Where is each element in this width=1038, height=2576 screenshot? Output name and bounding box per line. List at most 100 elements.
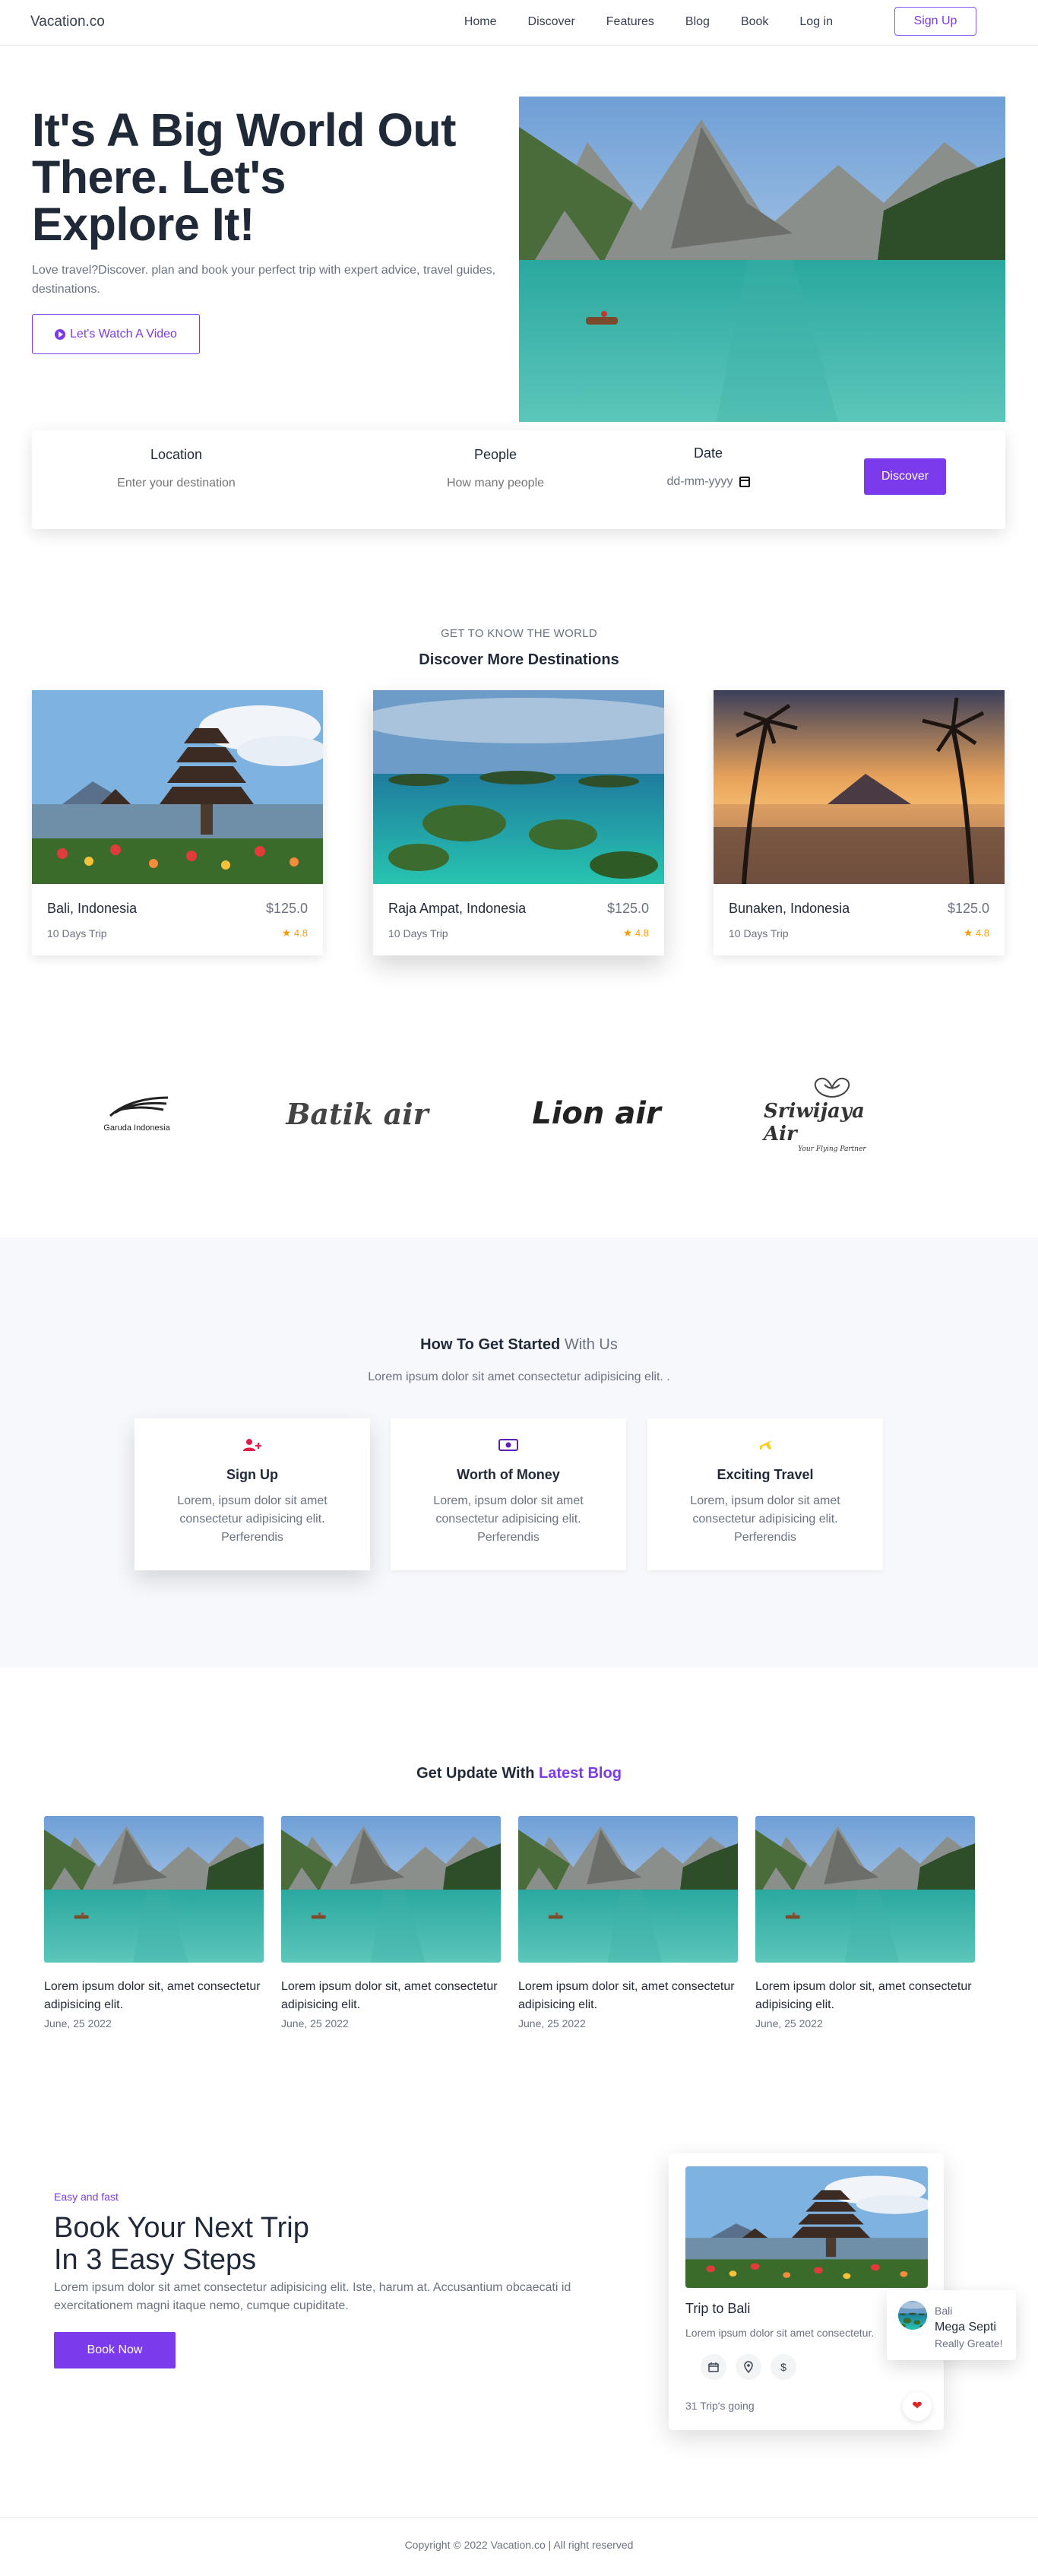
- blog-excerpt: Lorem ipsum dolor sit, amet consectetur …: [755, 1980, 972, 2011]
- airline-logo-lion: Lion air: [509, 1072, 684, 1155]
- blog-date: June, 25 2022: [281, 2017, 349, 2029]
- sriwijaya-label: Sriwijaya Air: [764, 1100, 865, 1145]
- nav-link-discover[interactable]: Discover: [528, 15, 575, 29]
- destination-duration: 10 Days Trip: [388, 927, 448, 939]
- review-place: Bali: [935, 2305, 953, 2317]
- star-icon: ★: [963, 927, 973, 939]
- destination-card[interactable]: Bunaken, Indonesia $125.0 10 Days Trip ★…: [714, 690, 1005, 955]
- garuda-bird-icon: [109, 1096, 169, 1117]
- blog-excerpt: Lorem ipsum dolor sit, amet consectetur …: [281, 1980, 498, 2011]
- watch-video-label: Let's Watch A Video: [70, 327, 177, 341]
- how-to-title: How To Get Started With Us: [0, 1336, 1038, 1354]
- date-input[interactable]: dd-mm-yyyy: [647, 475, 769, 489]
- blog-title: Get Update With Latest Blog: [0, 1765, 1038, 1782]
- nav-link-blog[interactable]: Blog: [685, 15, 710, 29]
- user-plus-icon: [243, 1439, 261, 1451]
- trip-name: Trip to Bali: [685, 2301, 751, 2316]
- trip-going-count: 31 Trip's going: [685, 2400, 755, 2412]
- blog-image: [44, 1816, 264, 1963]
- rating-value: 4.8: [293, 927, 308, 939]
- blog-card[interactable]: Lorem ipsum dolor sit, amet consectetur …: [755, 1816, 975, 2029]
- blog-title-accent: Latest Blog: [539, 1765, 622, 1782]
- people-label: People: [473, 447, 517, 462]
- feature-description: Lorem, ipsum dolor sit amet consectetur …: [690, 1494, 840, 1544]
- airline-logo-batik: Batik air: [274, 1072, 441, 1155]
- destination-image-bunaken: [714, 690, 1005, 884]
- people-input[interactable]: [404, 477, 587, 490]
- location-label: Location: [150, 447, 203, 462]
- signup-button[interactable]: Sign Up: [894, 7, 976, 36]
- nav-link-features[interactable]: Features: [606, 15, 654, 29]
- blog-date: June, 25 2022: [755, 2017, 823, 2029]
- feature-card-exciting-travel: Exciting Travel Lorem, ipsum dolor sit a…: [647, 1418, 883, 1570]
- destination-price: $125.0: [265, 901, 308, 916]
- blog-date: June, 25 2022: [518, 2017, 586, 2029]
- brand-logo[interactable]: Vacation.co: [30, 14, 105, 30]
- destination-duration: 10 Days Trip: [729, 927, 789, 939]
- nav-link-home[interactable]: Home: [464, 15, 497, 29]
- destination-image-bali: [32, 690, 323, 884]
- nav-links: Home Discover Features Blog Book Log in: [464, 15, 833, 29]
- batik-label: Batik air: [286, 1096, 429, 1131]
- blog-card[interactable]: Lorem ipsum dolor sit, amet consectetur …: [44, 1816, 264, 2029]
- blog-date: June, 25 2022: [44, 2017, 112, 2029]
- date-field: Date dd-mm-yyyy: [647, 445, 769, 489]
- airline-logo-garuda: Garuda Indonesia: [76, 1072, 198, 1155]
- feature-title: Sign Up: [226, 1467, 278, 1482]
- how-to-title-main: How To Get Started: [420, 1336, 561, 1353]
- destination-name: Bunaken, Indonesia: [729, 901, 850, 916]
- blog-image: [281, 1816, 501, 1963]
- footer-divider: [0, 2517, 1038, 2518]
- rating-value: 4.8: [975, 927, 989, 939]
- location-input[interactable]: [85, 477, 267, 490]
- blog-card[interactable]: Lorem ipsum dolor sit, amet consectetur …: [281, 1816, 501, 2029]
- book-description: Lorem ipsum dolor sit amet consectetur a…: [54, 2281, 571, 2312]
- destination-image-raja-ampat: [373, 690, 664, 884]
- destination-rating: ★ 4.8: [282, 927, 308, 939]
- review-float-card: Bali Mega Septi Really Greate!: [887, 2290, 1016, 2360]
- destination-name: Bali, Indonesia: [47, 901, 138, 916]
- blog-title-main: Get Update With: [416, 1765, 535, 1782]
- hero-description: Love travel?Discover. plan and book your…: [32, 264, 496, 296]
- feature-description: Lorem, ipsum dolor sit amet consectetur …: [177, 1494, 328, 1544]
- rating-value: 4.8: [635, 927, 649, 939]
- search-panel: Location People Date dd-mm-yyyy Discover: [32, 430, 1005, 529]
- nav-link-book[interactable]: Book: [741, 15, 768, 29]
- star-icon: ★: [622, 927, 633, 939]
- blog-image: [518, 1816, 738, 1963]
- destination-card[interactable]: Bali, Indonesia $125.0 10 Days Trip ★ 4.…: [32, 690, 323, 955]
- blog-card[interactable]: Lorem ipsum dolor sit, amet consectetur …: [518, 1816, 738, 2029]
- discover-button[interactable]: Discover: [864, 458, 946, 495]
- feature-title: Exciting Travel: [717, 1467, 814, 1482]
- book-eyebrow: Easy and fast: [54, 2191, 119, 2203]
- airline-logo-sriwijaya: Sriwijaya Air Your Flying Partner: [764, 1072, 900, 1155]
- page: Vacation.co Home Discover Features Blog …: [0, 0, 1038, 2576]
- watch-video-button[interactable]: Let's Watch A Video: [32, 314, 200, 354]
- location-field: Location: [85, 447, 267, 490]
- calendar-icon[interactable]: [739, 477, 750, 487]
- money-icon: [498, 1439, 518, 1451]
- sriwijaya-emblem-icon: [814, 1077, 850, 1098]
- review-name: Mega Septi: [935, 2321, 996, 2334]
- calendar-icon[interactable]: [701, 2354, 726, 2380]
- destination-price: $125.0: [947, 901, 989, 916]
- lion-label: Lion air: [532, 1096, 661, 1131]
- feature-card-signup: Sign Up Lorem, ipsum dolor sit amet cons…: [134, 1418, 370, 1570]
- review-note: Really Greate!: [935, 2337, 1003, 2349]
- location-pin-icon[interactable]: [736, 2354, 761, 2380]
- nav-link-login[interactable]: Log in: [799, 15, 833, 29]
- destination-rating: ★ 4.8: [623, 927, 649, 939]
- heart-icon[interactable]: ❤: [903, 2392, 932, 2421]
- dollar-icon[interactable]: $: [771, 2354, 796, 2380]
- book-now-button[interactable]: Book Now: [54, 2332, 176, 2368]
- destinations-title: Discover More Destinations: [419, 651, 619, 668]
- hero-title: It's A Big World Out There. Let's Explor…: [32, 104, 456, 250]
- blog-excerpt: Lorem ipsum dolor sit, amet consectetur …: [518, 1980, 735, 2011]
- trip-icon-row: $: [701, 2354, 796, 2380]
- destination-name: Raja Ampat, Indonesia: [388, 901, 527, 916]
- destination-card[interactable]: Raja Ampat, Indonesia $125.0 10 Days Tri…: [373, 690, 664, 955]
- blog-excerpt: Lorem ipsum dolor sit, amet consectetur …: [44, 1980, 261, 2011]
- book-title-line-2: In 3 Easy Steps: [54, 2244, 257, 2276]
- book-title: Book Your Next Trip In 3 Easy Steps: [54, 2212, 510, 2276]
- feature-card-worth-money: Worth of Money Lorem, ipsum dolor sit am…: [391, 1418, 626, 1570]
